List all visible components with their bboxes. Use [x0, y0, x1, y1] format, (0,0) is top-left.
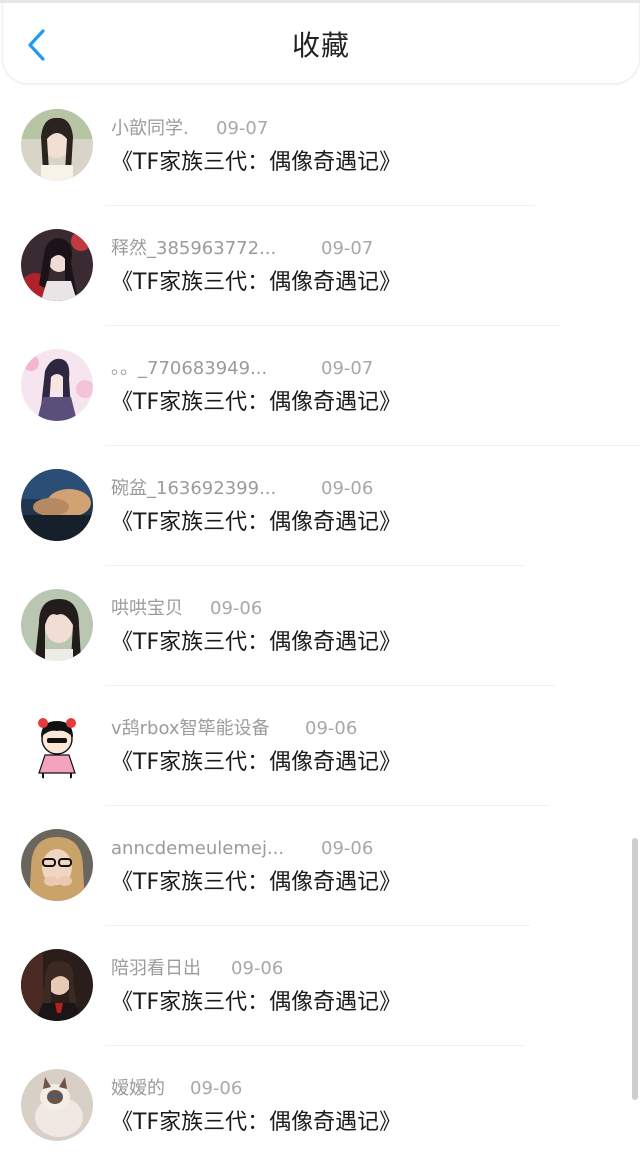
work-title: 《TF家族三代：偶像奇遇记》 [111, 990, 402, 1015]
item-date: 09-06 [231, 958, 284, 979]
avatar[interactable] [21, 109, 93, 181]
item-date: 09-06 [305, 718, 358, 739]
work-title: 《TF家族三代：偶像奇遇记》 [111, 870, 402, 895]
item-date: 09-07 [321, 358, 374, 379]
list-item[interactable]: 哄哄宝贝 09-06 《TF家族三代：偶像奇遇记》 [0, 566, 640, 686]
item-date: 09-06 [321, 838, 374, 859]
user-name: 哄哄宝贝 [111, 598, 183, 619]
item-date: 09-07 [321, 238, 374, 259]
user-name: 小歆同学. [111, 118, 189, 139]
avatar[interactable] [21, 829, 93, 901]
list-item[interactable]: anncdemeulemej... 09-06 《TF家族三代：偶像奇遇记》 [0, 806, 640, 926]
avatar[interactable] [21, 1069, 93, 1141]
item-date: 09-06 [210, 598, 263, 619]
user-name: anncdemeulemej... [111, 838, 285, 859]
page-title: 收藏 [291, 29, 350, 62]
work-title: 《TF家族三代：偶像奇遇记》 [111, 630, 402, 655]
work-title: 《TF家族三代：偶像奇遇记》 [111, 510, 402, 535]
item-date: 09-07 [216, 118, 269, 139]
work-title: 《TF家族三代：偶像奇遇记》 [111, 750, 402, 775]
avatar[interactable] [21, 949, 93, 1021]
list-item[interactable]: 释然_385963772... 09-07 《TF家族三代：偶像奇遇记》 [0, 206, 640, 326]
work-title: 《TF家族三代：偶像奇遇记》 [111, 1110, 402, 1135]
user-name: 释然_385963772... [111, 238, 277, 259]
avatar[interactable] [21, 229, 93, 301]
work-title: 《TF家族三代：偶像奇遇记》 [111, 390, 402, 415]
user-name: 。。_770683949... [111, 358, 268, 379]
list-item[interactable]: 小歆同学. 09-07 《TF家族三代：偶像奇遇记》 [0, 86, 640, 206]
user-name: 嫒嫒的 [111, 1078, 165, 1099]
scrollbar[interactable] [632, 838, 638, 1100]
avatar[interactable] [21, 589, 93, 661]
user-name: v鸹rbox智筚能设备 [111, 718, 270, 739]
favorites-list: 小歆同学. 09-07 《TF家族三代：偶像奇遇记》 释然_385963772.… [0, 86, 640, 1166]
list-item[interactable]: 陪羽看日出 09-06 《TF家族三代：偶像奇遇记》 [0, 926, 640, 1046]
list-item[interactable]: 。。_770683949... 09-07 《TF家族三代：偶像奇遇记》 [0, 326, 640, 446]
avatar[interactable] [21, 709, 93, 781]
list-item[interactable]: 嫒嫒的 09-06 《TF家族三代：偶像奇遇记》 [0, 1046, 640, 1166]
work-title: 《TF家族三代：偶像奇遇记》 [111, 150, 402, 175]
user-name: 陪羽看日出 [111, 958, 201, 979]
list-item[interactable]: v鸹rbox智筚能设备 09-06 《TF家族三代：偶像奇遇记》 [0, 686, 640, 806]
user-name: 碗盆_163692399... [111, 478, 277, 499]
work-title: 《TF家族三代：偶像奇遇记》 [111, 270, 402, 295]
avatar[interactable] [21, 349, 93, 421]
avatar[interactable] [21, 469, 93, 541]
nav-bar: 收藏 [2, 3, 640, 84]
item-date: 09-06 [190, 1078, 243, 1099]
list-item[interactable]: 碗盆_163692399... 09-06 《TF家族三代：偶像奇遇记》 [0, 446, 640, 566]
item-date: 09-06 [321, 478, 374, 499]
